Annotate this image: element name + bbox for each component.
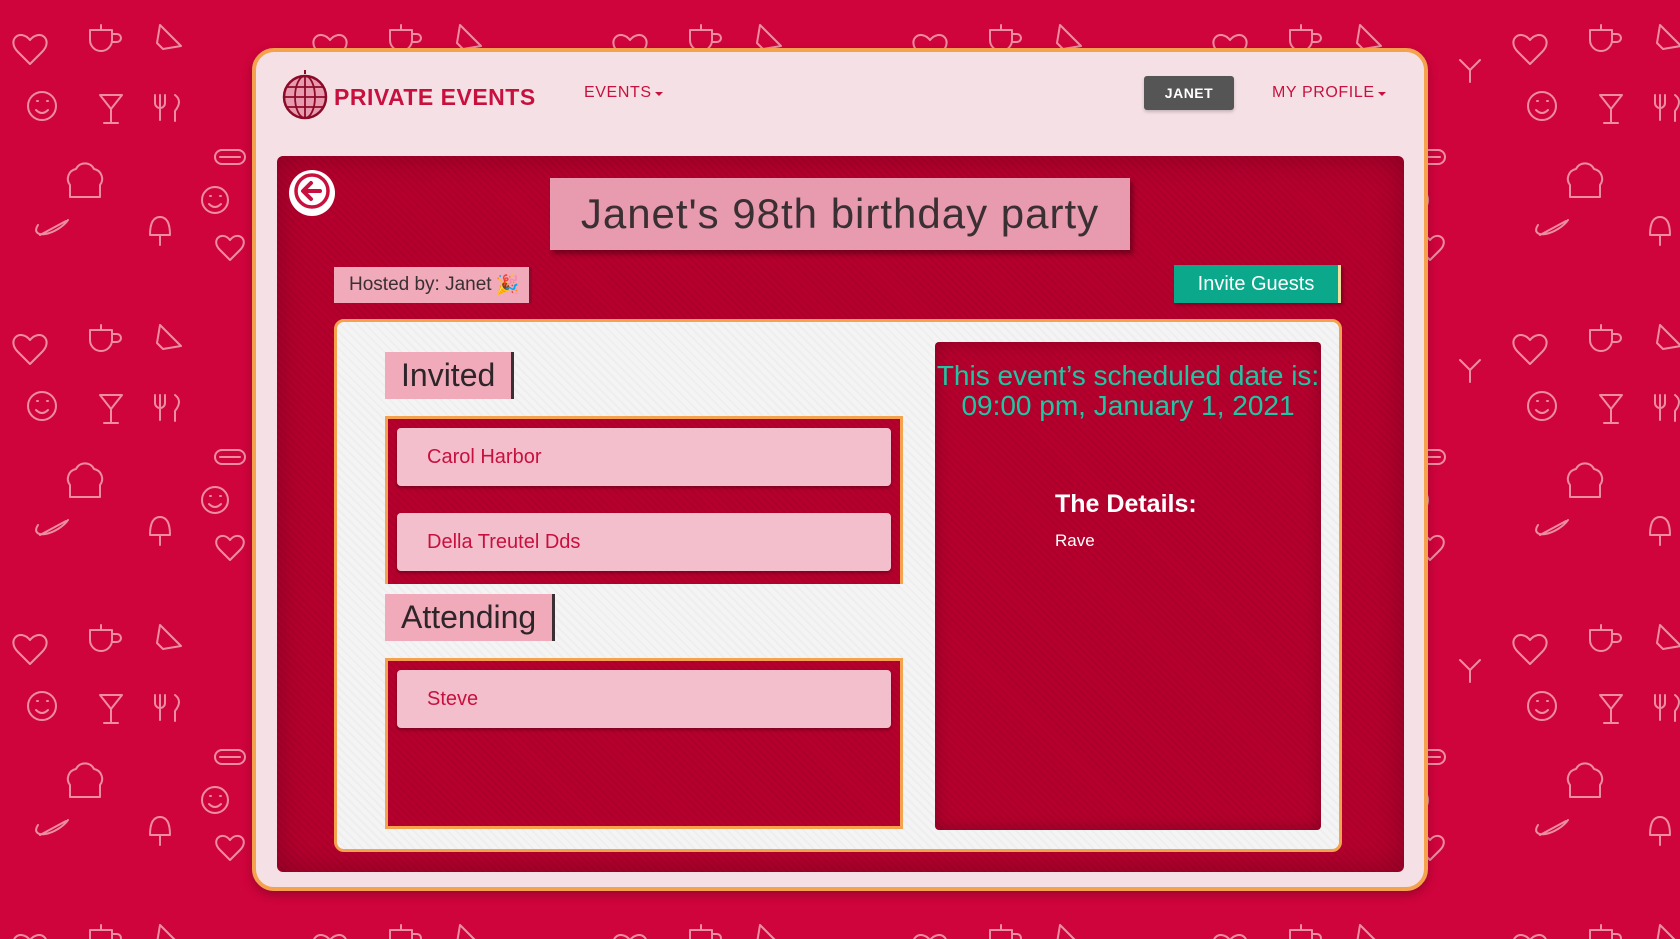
disco-ball-icon [282,70,328,125]
profile-dropdown[interactable]: MY PROFILE [1272,84,1386,102]
events-label: EVENTS [584,84,652,101]
invited-heading: Invited [385,352,515,399]
navbar: PRIVATE EVENTS EVENTS JANET MY PROFILE [256,52,1424,148]
events-dropdown[interactable]: EVENTS [584,84,663,102]
back-arrow-icon [292,171,332,216]
app-window: PRIVATE EVENTS EVENTS JANET MY PROFILE J… [252,48,1428,891]
chevron-down-icon [654,92,663,96]
event-content-card: Invited Carol Harbor Della Treutel Dds A… [334,319,1342,852]
profile-label: MY PROFILE [1272,84,1375,101]
user-badge[interactable]: JANET [1144,76,1234,110]
details-heading: The Details: [1055,490,1197,518]
hosted-by-text: Hosted by: Janet [349,274,492,295]
hosted-by-label: Hosted by: Janet 🎉 [334,267,533,303]
back-button[interactable] [289,170,335,216]
attending-heading: Attending [385,594,556,641]
details-panel: This event’s scheduled date is: 09:00 pm… [935,342,1321,830]
brand-link[interactable]: PRIVATE EVENTS [282,70,536,125]
invited-list: Carol Harbor Della Treutel Dds [385,416,903,584]
scheduled-date: This event’s scheduled date is: 09:00 pm… [936,360,1320,421]
event-title-box: Janet's 98th birthday party [550,178,1130,250]
list-item[interactable]: Carol Harbor [397,428,891,486]
event-panel: Janet's 98th birthday party Hosted by: J… [277,156,1404,872]
party-popper-icon: 🎉 [495,275,520,296]
list-item[interactable]: Steve [397,670,891,728]
attending-list: Steve [385,658,903,829]
brand-name: PRIVATE EVENTS [334,84,536,110]
chevron-down-icon [1377,92,1386,96]
details-description: Rave [1055,531,1095,550]
invite-guests-button[interactable]: Invite Guests [1174,265,1341,303]
list-item[interactable]: Della Treutel Dds [397,513,891,571]
event-title: Janet's 98th birthday party [580,190,1100,237]
